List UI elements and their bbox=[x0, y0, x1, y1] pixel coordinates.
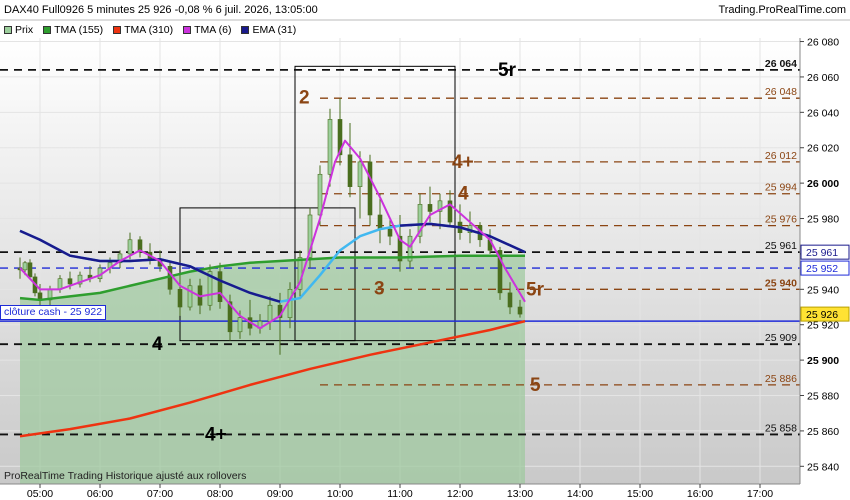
legend-label: TMA (6) bbox=[194, 23, 232, 36]
x-tick-label: 05:00 bbox=[27, 488, 53, 500]
legend-swatch-icon bbox=[4, 25, 12, 34]
candle-body bbox=[287, 289, 293, 318]
level-value-label: 25 976 bbox=[765, 214, 797, 226]
candle-body bbox=[27, 262, 33, 278]
annotation-label: 3 bbox=[374, 279, 385, 300]
level-tag: 4 bbox=[152, 334, 163, 355]
legend-item-prix[interactable]: Prix bbox=[4, 24, 33, 36]
x-axis-panel bbox=[0, 484, 850, 500]
candle-body bbox=[377, 214, 383, 230]
level-tag: 5r bbox=[526, 279, 545, 300]
candle-body bbox=[22, 262, 28, 271]
legend-swatch-icon bbox=[113, 25, 122, 34]
x-tick-label: 06:00 bbox=[87, 488, 113, 500]
chart-title: DAX40 Full0926 5 minutes 25 926 -0,08 % … bbox=[4, 4, 318, 16]
candle-body bbox=[427, 204, 433, 212]
x-tick-label: 09:00 bbox=[267, 488, 293, 500]
x-tick-label: 13:00 bbox=[507, 488, 533, 500]
level-tag: 5 bbox=[530, 375, 541, 396]
y-tick-label: 26 080 bbox=[807, 37, 839, 49]
legend-label: TMA (310) bbox=[124, 23, 174, 36]
candle-body bbox=[517, 306, 523, 315]
candle-body bbox=[187, 285, 193, 308]
level-tag: 4+ bbox=[452, 152, 474, 173]
legend-swatch-icon bbox=[183, 25, 192, 34]
y-tick-label: 26 060 bbox=[807, 72, 839, 84]
level-value-label: 26 064 bbox=[765, 58, 797, 70]
x-tick-label: 15:00 bbox=[627, 488, 653, 500]
y-tick-label: 25 900 bbox=[807, 355, 839, 367]
level-tag: 5r bbox=[498, 60, 517, 81]
y-tick-label: 26 000 bbox=[807, 178, 839, 190]
candle-body bbox=[127, 239, 133, 255]
last-price-label: 25 926 bbox=[806, 309, 838, 321]
x-tick-label: 11:00 bbox=[387, 488, 413, 500]
candle-body bbox=[387, 228, 393, 237]
legend-item-tma6[interactable]: TMA (6) bbox=[183, 24, 231, 36]
chart-caption: ProRealTime Trading Historique ajusté au… bbox=[4, 470, 247, 482]
legend-label: EMA (31) bbox=[252, 23, 297, 36]
legend-label: Prix bbox=[15, 23, 34, 36]
candle-body bbox=[217, 271, 223, 303]
legend-item-ema31[interactable]: EMA (31) bbox=[241, 24, 296, 36]
y-tick-label: 26 020 bbox=[807, 143, 839, 155]
candle-body bbox=[347, 154, 353, 187]
candle-body bbox=[67, 278, 73, 285]
cash-close-label: clôture cash - 25 922 bbox=[0, 305, 107, 320]
candle-body bbox=[57, 278, 63, 290]
level-tag: 4 bbox=[458, 184, 469, 205]
site-label[interactable]: Trading.ProRealTime.com bbox=[718, 4, 846, 16]
level-value-label: 25 909 bbox=[765, 332, 797, 344]
x-tick-label: 14:00 bbox=[567, 488, 593, 500]
end-value-label: 25 961 bbox=[806, 247, 838, 259]
legend-swatch-icon bbox=[241, 25, 250, 34]
candle-body bbox=[367, 161, 373, 216]
x-tick-label: 07:00 bbox=[147, 488, 173, 500]
y-tick-label: 25 880 bbox=[807, 391, 839, 403]
x-tick-label: 10:00 bbox=[327, 488, 353, 500]
candle-body bbox=[177, 289, 183, 308]
level-value-label: 25 940 bbox=[765, 277, 797, 289]
legend-item-tma310[interactable]: TMA (310) bbox=[113, 24, 173, 36]
candle-body bbox=[237, 317, 243, 333]
x-tick-label: 12:00 bbox=[447, 488, 473, 500]
candle-body bbox=[317, 173, 323, 216]
y-tick-label: 25 940 bbox=[807, 284, 839, 296]
x-tick-label: 16:00 bbox=[687, 488, 713, 500]
y-tick-label: 25 840 bbox=[807, 461, 839, 473]
y-tick-label: 26 040 bbox=[807, 107, 839, 119]
level-value-label: 25 961 bbox=[765, 240, 797, 252]
x-tick-label: 08:00 bbox=[207, 488, 233, 500]
level-value-label: 25 858 bbox=[765, 422, 797, 434]
y-tick-label: 25 980 bbox=[807, 214, 839, 226]
level-value-label: 26 048 bbox=[765, 86, 797, 98]
level-tag: 4+ bbox=[205, 424, 227, 445]
candle-body bbox=[507, 292, 513, 308]
legend-swatch-icon bbox=[43, 25, 52, 34]
x-tick-label: 17:00 bbox=[747, 488, 773, 500]
candle-body bbox=[327, 119, 333, 175]
end-value-label: 25 952 bbox=[806, 263, 838, 275]
legend: Prix TMA (155) TMA (310) TMA (6) EMA (31… bbox=[0, 21, 850, 38]
candle-body bbox=[267, 304, 273, 322]
annotation-label: 2 bbox=[299, 87, 310, 108]
price-chart[interactable]: 26 064 5r 26 048 26 012 4+ 25 994 4 25 976 25 96… bbox=[0, 0, 850, 500]
y-tick-label: 25 860 bbox=[807, 426, 839, 438]
legend-item-tma155[interactable]: TMA (155) bbox=[43, 24, 103, 36]
legend-label: TMA (155) bbox=[54, 23, 104, 36]
level-value-label: 25 994 bbox=[765, 182, 797, 194]
level-value-label: 26 012 bbox=[765, 150, 797, 162]
level-value-label: 25 886 bbox=[765, 373, 797, 385]
candle-body bbox=[357, 161, 363, 187]
